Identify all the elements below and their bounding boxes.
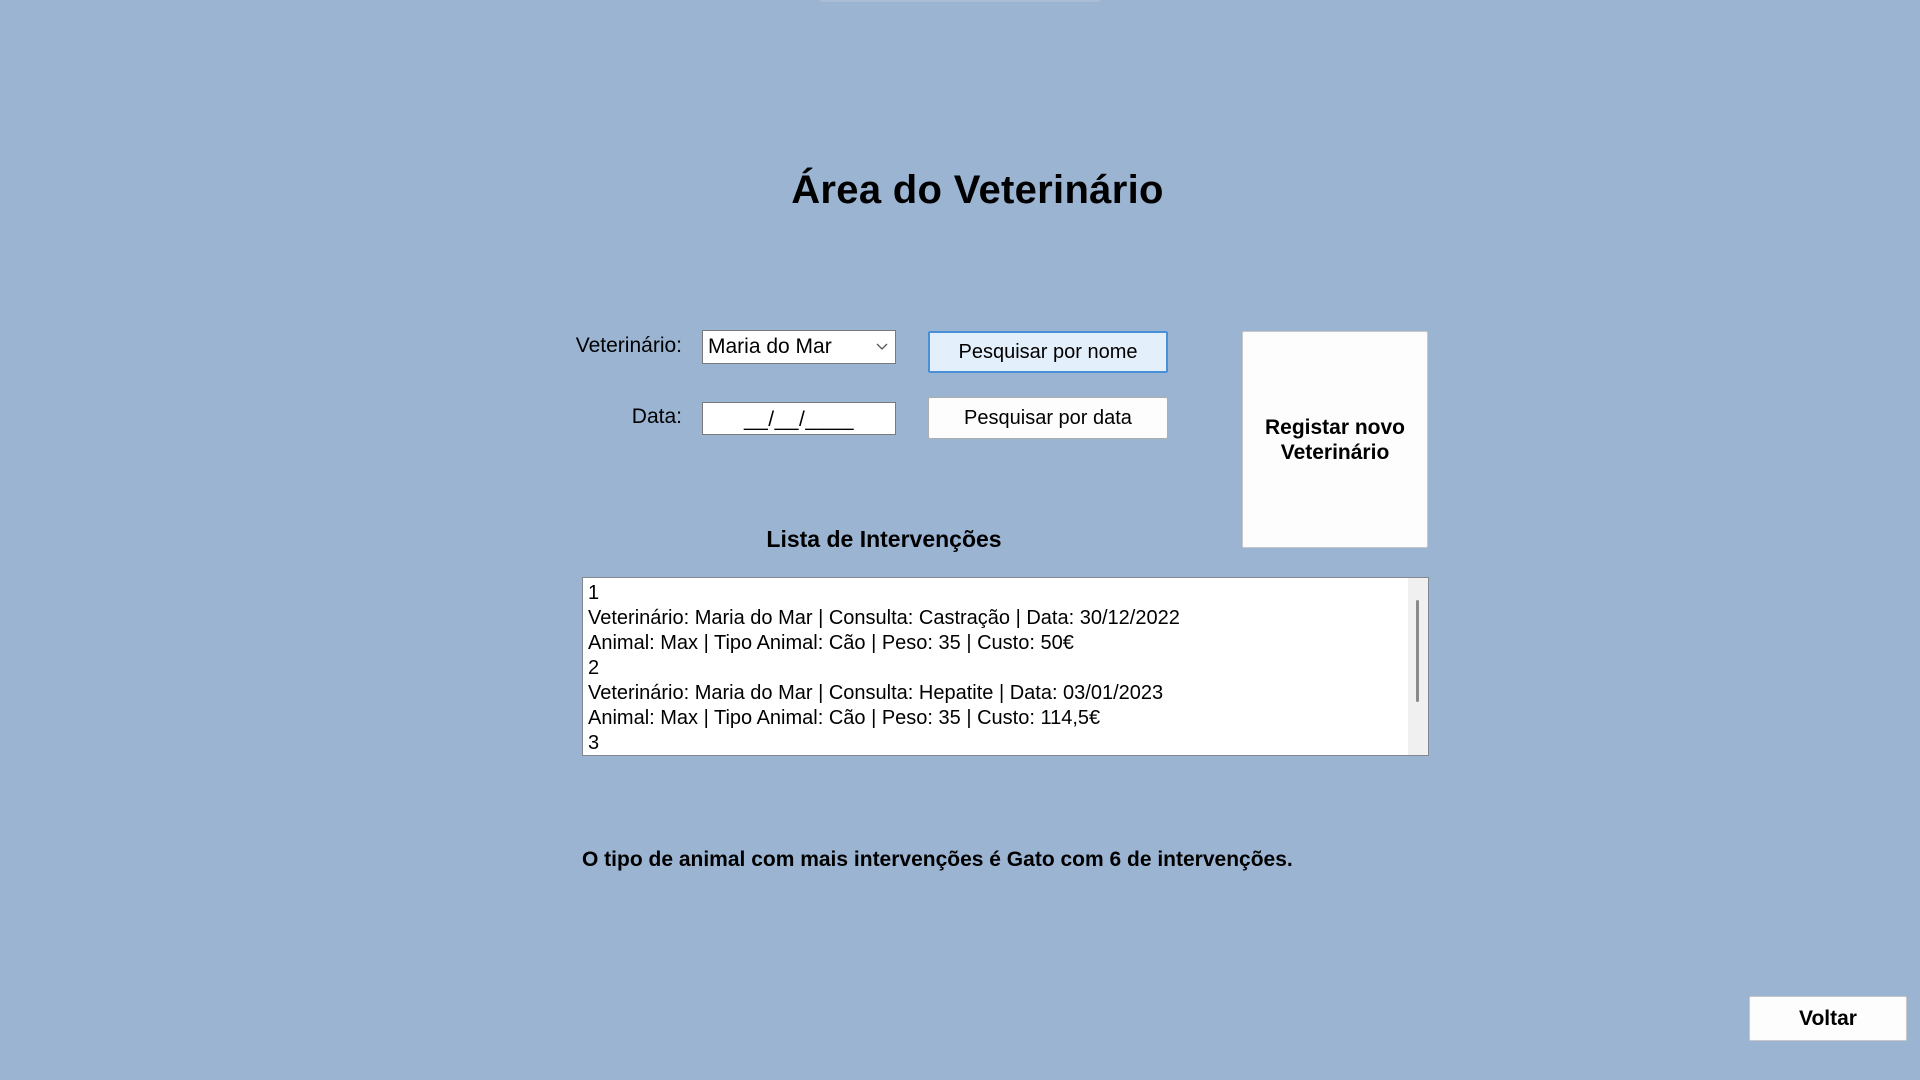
- back-button[interactable]: Voltar: [1749, 996, 1907, 1041]
- list-scrollbar[interactable]: [1408, 578, 1428, 755]
- vet-select[interactable]: Maria do Mar: [702, 330, 896, 364]
- interventions-list-lines: 1 Veterinário: Maria do Mar | Consulta: …: [588, 581, 1180, 755]
- list-item[interactable]: 3: [588, 731, 1180, 755]
- list-item[interactable]: Animal: Max | Tipo Animal: Cão | Peso: 3…: [588, 706, 1180, 731]
- search-by-name-button[interactable]: Pesquisar por nome: [928, 331, 1168, 373]
- list-item[interactable]: Veterinário: Maria do Mar | Consulta: Ca…: [588, 606, 1180, 631]
- list-scrollbar-thumb[interactable]: [1416, 600, 1419, 702]
- chevron-down-icon[interactable]: [875, 331, 889, 363]
- date-input[interactable]: __/__/____: [702, 402, 896, 435]
- page-title: Área do Veterinário: [791, 168, 1164, 212]
- list-item[interactable]: Animal: Max | Tipo Animal: Cão | Peso: 3…: [588, 631, 1180, 656]
- list-item[interactable]: Veterinário: Maria do Mar | Consulta: He…: [588, 681, 1180, 706]
- vet-select-value: Maria do Mar: [708, 335, 832, 358]
- summary-text: O tipo de animal com mais intervenções é…: [582, 848, 1293, 871]
- register-vet-label-line1: Registar novo: [1264, 415, 1406, 439]
- vet-label: Veterinário:: [575, 334, 682, 357]
- date-label: Data:: [631, 405, 682, 428]
- register-vet-label-line2: Veterinário: [1280, 440, 1390, 464]
- list-item[interactable]: 1: [588, 581, 1180, 606]
- interventions-list-title: Lista de Intervenções: [766, 526, 1002, 552]
- list-item[interactable]: 2: [588, 656, 1180, 681]
- window-top-edge: [820, 0, 1100, 2]
- register-vet-button[interactable]: Registar novo Veterinário: [1242, 331, 1428, 548]
- search-by-date-button[interactable]: Pesquisar por data: [928, 397, 1168, 439]
- interventions-listbox[interactable]: 1 Veterinário: Maria do Mar | Consulta: …: [582, 577, 1429, 756]
